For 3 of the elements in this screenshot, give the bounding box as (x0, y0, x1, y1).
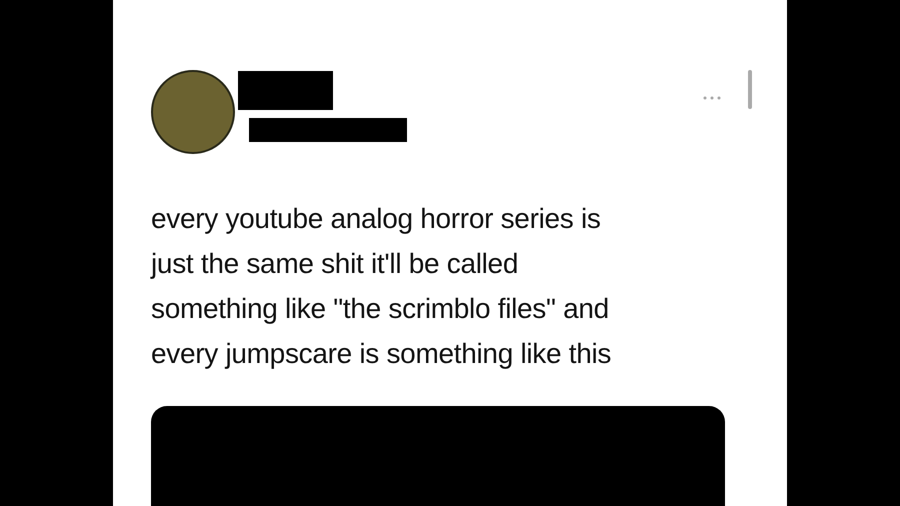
more-icon[interactable] (702, 95, 722, 101)
tweet-text: every youtube analog horror series is just the same shit it'll be called something like "the scrimblo files" and every jumpscare is something like this (151, 202, 612, 371)
scrollbar[interactable] (748, 70, 752, 109)
